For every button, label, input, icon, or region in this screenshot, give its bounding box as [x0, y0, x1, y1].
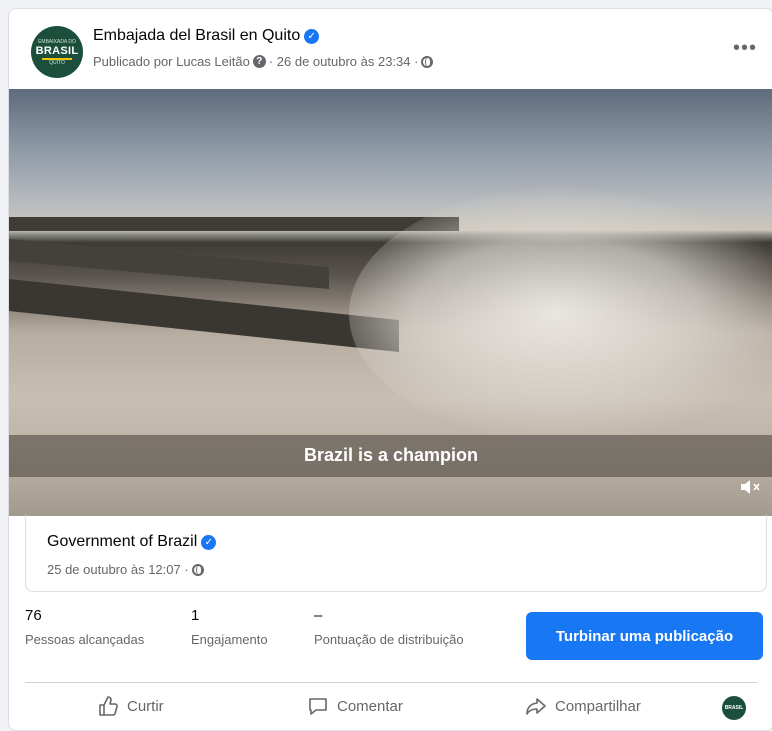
- like-label: Curtir: [127, 697, 164, 715]
- shared-verified-badge-icon: ✓: [201, 535, 217, 550]
- stat-engagement[interactable]: 1 Engajamento: [191, 607, 268, 647]
- post-meta: Publicado por Lucas Leitão ? · 26 de out…: [93, 54, 434, 69]
- video-frame-dam-front: [9, 279, 399, 352]
- stat-label: Pessoas alcançadas: [25, 632, 145, 647]
- stat-value: 76: [25, 607, 42, 624]
- stat-value: –: [314, 607, 323, 624]
- comment-button[interactable]: Comentar: [307, 695, 403, 717]
- stat-reach[interactable]: 76 Pessoas alcançadas: [25, 607, 144, 647]
- video-caption: Brazil is a champion: [303, 445, 479, 465]
- shared-date-link[interactable]: 25 de outubro às 12:07 ·: [47, 562, 189, 577]
- help-icon[interactable]: ?: [252, 55, 266, 68]
- divider: [25, 682, 757, 683]
- thumbs-up-icon: [99, 696, 118, 716]
- comment-icon: [309, 698, 327, 715]
- stat-label: Engajamento: [191, 632, 268, 647]
- actor-avatar-selector[interactable]: BRASIL: [722, 696, 746, 720]
- comment-label: Comentar: [337, 697, 403, 715]
- stat-value: 1: [191, 607, 200, 624]
- shared-globe-icon: [191, 563, 204, 576]
- post-card: EMBAIXADA DO BRASIL QUITO Embajada del B…: [8, 8, 772, 731]
- verified-badge-icon: ✓: [304, 29, 320, 44]
- share-icon: [526, 698, 546, 715]
- video-player[interactable]: Brazil is a champion: [9, 89, 772, 516]
- stat-distribution[interactable]: – Pontuação de distribuição: [314, 607, 464, 647]
- video-caption-bar: Brazil is a champion: [9, 435, 772, 477]
- like-button[interactable]: Curtir: [97, 695, 164, 717]
- avatar-bottom-text: QUITO: [49, 59, 65, 66]
- page-name-link[interactable]: Embajada del Brasil en Quito: [93, 27, 300, 44]
- more-options-icon[interactable]: •••: [733, 37, 757, 60]
- globe-icon: [421, 55, 434, 68]
- stat-label: Pontuação de distribuição: [314, 632, 464, 647]
- shared-post-attribution[interactable]: Government of Brazil ✓ 25 de outubro às 1…: [25, 515, 767, 592]
- shared-meta: 25 de outubro às 12:07 ·: [47, 562, 204, 577]
- video-frame-spray: [349, 184, 772, 444]
- shared-page-name[interactable]: Government of Brazil: [47, 533, 197, 550]
- shared-page-row: Government of Brazil ✓: [47, 533, 217, 551]
- published-by-text: Publicado por Lucas Leitão: [93, 54, 250, 69]
- post-date-link[interactable]: · 26 de outubro às 23:34 ·: [269, 54, 419, 69]
- page-avatar[interactable]: EMBAIXADA DO BRASIL QUITO: [31, 26, 83, 78]
- avatar-brand-text: BRASIL: [35, 44, 79, 57]
- video-frame-dam-top: [9, 217, 459, 231]
- action-bar: Curtir Comentar Compartilhar BRASIL: [9, 685, 772, 729]
- share-button[interactable]: Compartilhar: [525, 695, 641, 717]
- boost-post-button[interactable]: Turbinar uma publicação: [526, 612, 763, 660]
- page-name-row: Embajada del Brasil en Quito ✓: [93, 27, 320, 45]
- video-frame-dam-mid: [9, 239, 329, 289]
- mute-icon[interactable]: [739, 477, 761, 502]
- post-header: EMBAIXADA DO BRASIL QUITO Embajada del B…: [9, 9, 772, 89]
- share-label: Compartilhar: [555, 697, 641, 715]
